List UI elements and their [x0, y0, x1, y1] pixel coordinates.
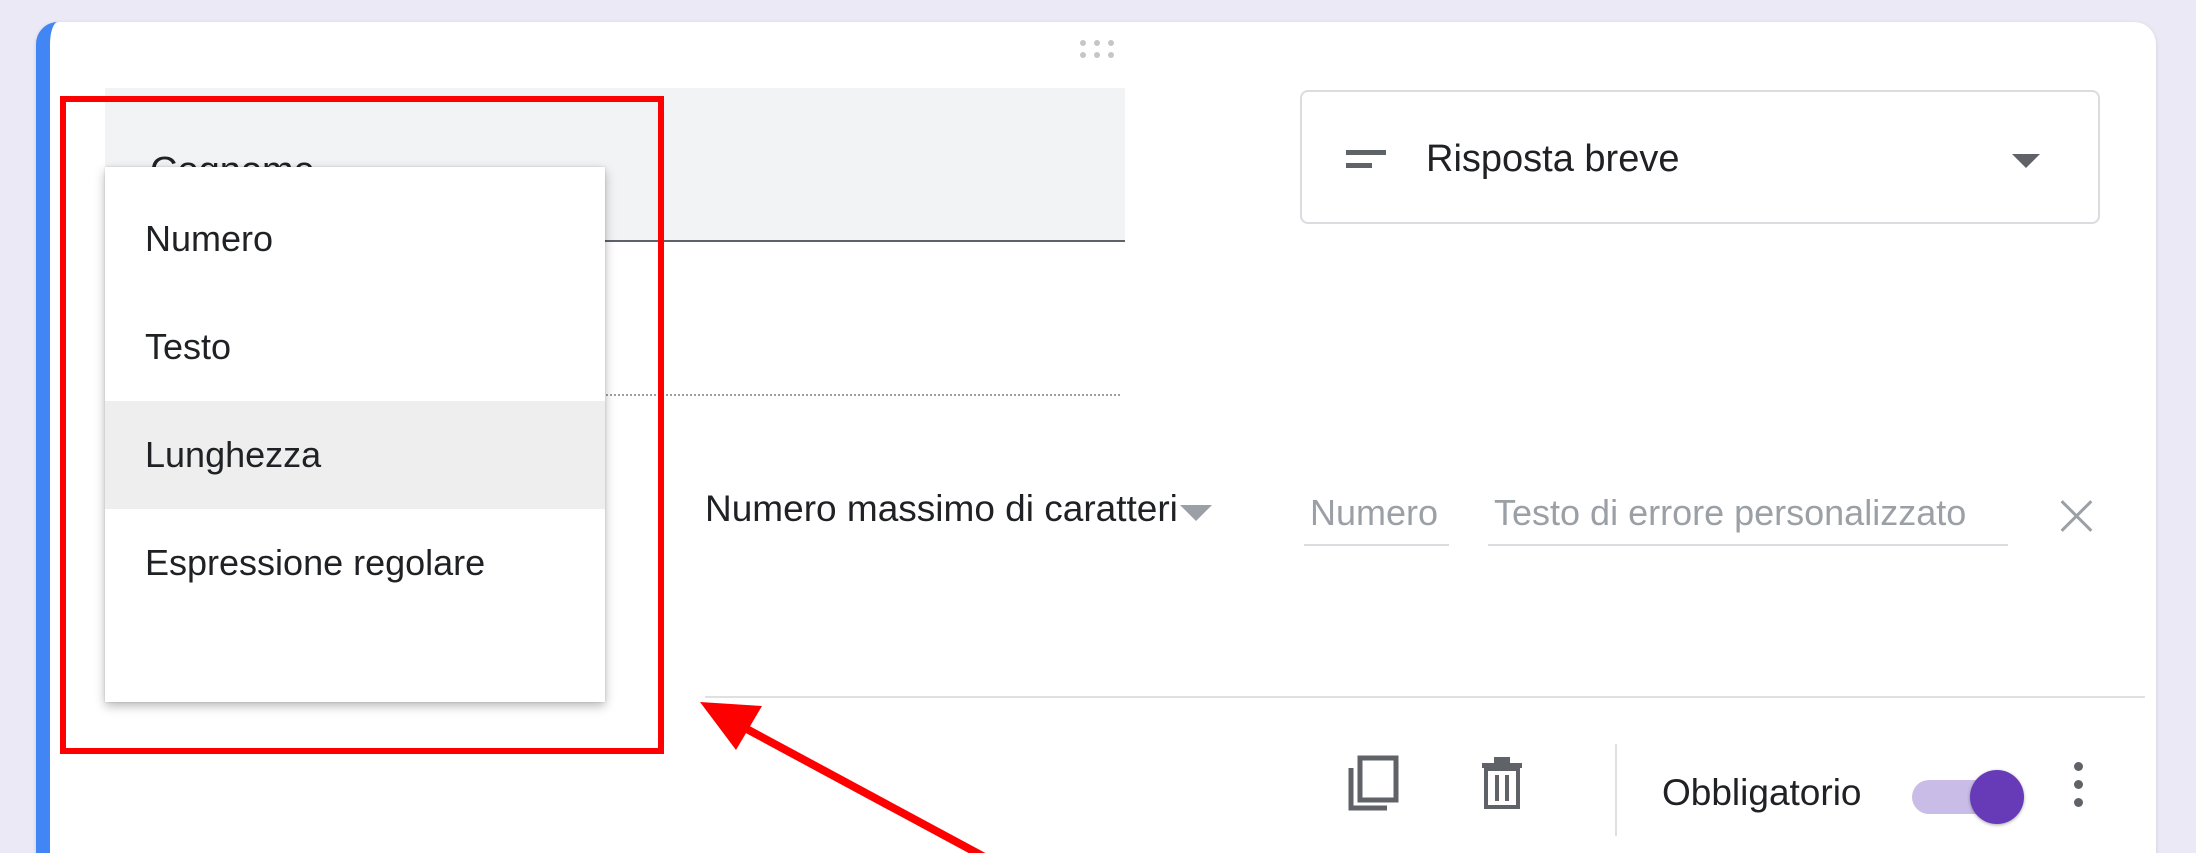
trash-icon[interactable]	[1478, 755, 1526, 809]
number-input[interactable]	[1304, 482, 1449, 546]
annotation-arrow	[700, 702, 986, 853]
chevron-down-icon	[2012, 154, 2040, 168]
question-type-select[interactable]: Risposta breve	[1300, 90, 2100, 224]
required-toggle[interactable]	[1912, 770, 2024, 824]
validation-caret-icon[interactable]	[1180, 505, 1212, 521]
drag-handle-icon[interactable]	[1080, 40, 1122, 68]
annotation-highlight-box	[60, 96, 664, 754]
footer-divider	[705, 696, 2145, 698]
footer-separator	[1615, 744, 1617, 836]
required-label: Obbligatorio	[1662, 772, 1862, 813]
short-text-icon	[1346, 150, 1386, 172]
question-type-label: Risposta breve	[1426, 138, 1680, 180]
form-editor-screenshot: Cognome Risposta breve Numero massimo di…	[0, 0, 2196, 853]
content-copy-icon[interactable]	[1343, 754, 1403, 814]
more-vert-icon[interactable]	[2072, 762, 2084, 818]
toggle-thumb	[1970, 770, 2024, 824]
validation-rule-select[interactable]: Numero massimo di caratteri	[705, 488, 1178, 530]
close-icon[interactable]	[2058, 497, 2096, 535]
error-text-input[interactable]	[1488, 482, 2008, 546]
